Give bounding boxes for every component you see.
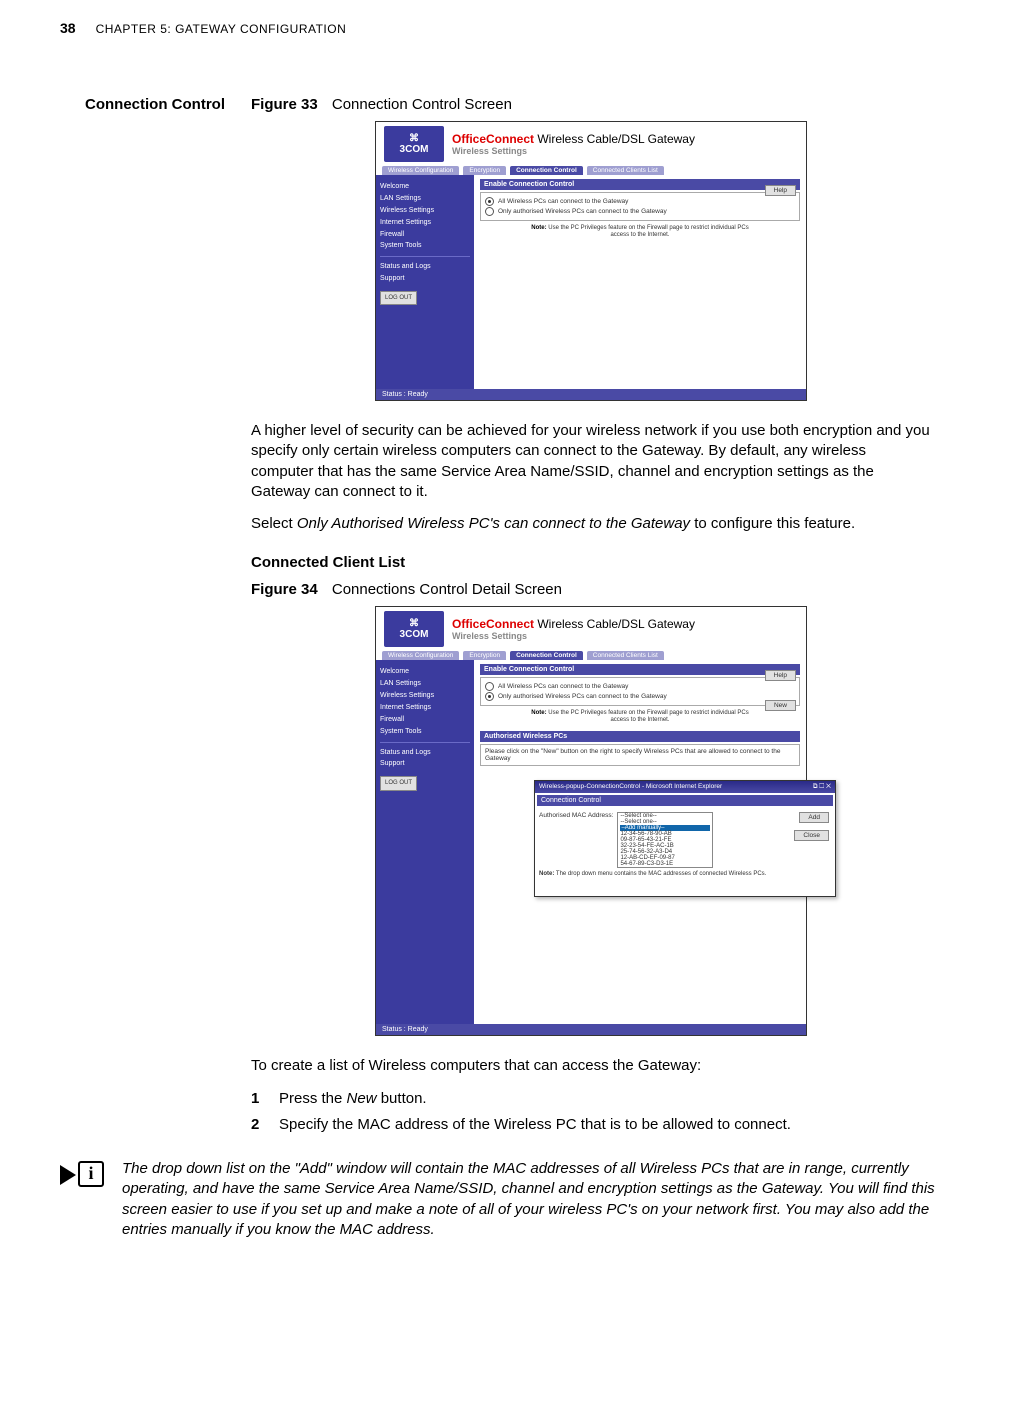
help-button[interactable]: Help bbox=[765, 670, 796, 681]
auth-pc-header: Authorised Wireless PCs bbox=[480, 731, 800, 742]
radio-auth-only[interactable] bbox=[485, 207, 494, 216]
popup-note: Note: The drop down menu contains the MA… bbox=[539, 871, 831, 877]
enable-cc-header: Enable Connection Control bbox=[480, 179, 800, 190]
sidebar-item-wireless[interactable]: Wireless Settings bbox=[380, 690, 470, 702]
enable-cc-header: Enable Connection Control bbox=[480, 664, 800, 675]
ws-label: Wireless Settings bbox=[452, 146, 695, 156]
tab-encryption[interactable]: Encryption bbox=[463, 651, 506, 660]
sidebar-item-internet[interactable]: Internet Settings bbox=[380, 217, 470, 229]
radio-auth-only[interactable] bbox=[485, 692, 494, 701]
sidebar-item-status[interactable]: Status and Logs bbox=[380, 261, 470, 273]
mac-select[interactable]: --Select one-- --Select one-- –Add manua… bbox=[617, 812, 713, 868]
popup-header: Connection Control bbox=[537, 795, 833, 806]
connection-control-popup: Wireless-popup-ConnectionControl - Micro… bbox=[534, 780, 836, 897]
sidebar-item-system-tools[interactable]: System Tools bbox=[380, 726, 470, 738]
opt-auth-only: Only authorised Wireless PCs can connect… bbox=[498, 208, 667, 215]
figure-34-label: Figure 34 bbox=[251, 581, 318, 598]
sidebar-item-welcome[interactable]: Welcome bbox=[380, 666, 470, 678]
info-block: i The drop down list on the "Add" window… bbox=[60, 1159, 962, 1240]
running-head: 38 CHAPTER 5: GATEWAY CONFIGURATION bbox=[60, 20, 962, 36]
info-icon: i bbox=[60, 1159, 102, 1189]
brand-name: OfficeConnect bbox=[452, 132, 534, 146]
sidebar: Welcome LAN Settings Wireless Settings I… bbox=[376, 175, 474, 389]
figure-33-text: Connection Control Screen bbox=[332, 96, 512, 113]
opt-auth-only: Only authorised Wireless PCs can connect… bbox=[498, 693, 667, 700]
sidebar-item-firewall[interactable]: Firewall bbox=[380, 229, 470, 241]
sidebar-item-lan[interactable]: LAN Settings bbox=[380, 678, 470, 690]
ws-label: Wireless Settings bbox=[452, 631, 695, 641]
tab-connection-control[interactable]: Connection Control bbox=[510, 166, 583, 175]
brand-suffix: Wireless Cable/DSL Gateway bbox=[534, 617, 695, 631]
tabs: Wireless Configuration Encryption Connec… bbox=[376, 651, 806, 660]
close-button[interactable]: Close bbox=[794, 830, 829, 841]
sidebar-item-system-tools[interactable]: System Tools bbox=[380, 240, 470, 252]
figure-34-caption: Figure 34 Connections Control Detail Scr… bbox=[251, 581, 931, 598]
brand-suffix: Wireless Cable/DSL Gateway bbox=[534, 132, 695, 146]
figure-33-label: Figure 33 bbox=[251, 96, 318, 113]
tab-encryption[interactable]: Encryption bbox=[463, 166, 506, 175]
sidebar: Welcome LAN Settings Wireless Settings I… bbox=[376, 660, 474, 1024]
intro-paragraph: A higher level of security can be achiev… bbox=[251, 421, 931, 502]
logout-button[interactable]: LOG OUT bbox=[380, 776, 417, 790]
sidebar-item-status[interactable]: Status and Logs bbox=[380, 747, 470, 759]
figure-33-caption: Figure 33 Connection Control Screen bbox=[251, 96, 931, 113]
sidebar-item-internet[interactable]: Internet Settings bbox=[380, 702, 470, 714]
help-button[interactable]: Help bbox=[765, 185, 796, 196]
page-number: 38 bbox=[60, 20, 76, 36]
brand-name: OfficeConnect bbox=[452, 617, 534, 631]
tab-connection-control[interactable]: Connection Control bbox=[510, 651, 583, 660]
step-2: 2Specify the MAC address of the Wireless… bbox=[251, 1115, 931, 1135]
tab-connected-clients[interactable]: Connected Clients List bbox=[587, 651, 664, 660]
sidebar-item-support[interactable]: Support bbox=[380, 273, 470, 285]
tab-connected-clients[interactable]: Connected Clients List bbox=[587, 166, 664, 175]
section-title: Connection Control bbox=[60, 96, 225, 1145]
figure-34-text: Connections Control Detail Screen bbox=[332, 581, 562, 598]
step-1: 1Press the New button. bbox=[251, 1089, 931, 1109]
figure-33-image: ⌘ 3COM OfficeConnect Wireless Cable/DSL … bbox=[251, 121, 931, 401]
to-create-paragraph: To create a list of Wireless computers t… bbox=[251, 1056, 931, 1076]
info-text: The drop down list on the "Add" window w… bbox=[122, 1159, 962, 1240]
mac-label: Authorised MAC Address: bbox=[539, 812, 613, 819]
add-button[interactable]: Add bbox=[799, 812, 829, 823]
sidebar-item-lan[interactable]: LAN Settings bbox=[380, 193, 470, 205]
note-text: Note: Use the PC Privileges feature on t… bbox=[530, 710, 750, 724]
figure-34-image: ⌘ 3COM OfficeConnect Wireless Cable/DSL … bbox=[251, 606, 931, 1036]
sidebar-item-welcome[interactable]: Welcome bbox=[380, 181, 470, 193]
opt-all-pcs: All Wireless PCs can connect to the Gate… bbox=[498, 683, 628, 690]
3com-logo: ⌘ 3COM bbox=[384, 126, 444, 162]
sidebar-item-support[interactable]: Support bbox=[380, 758, 470, 770]
logout-button[interactable]: LOG OUT bbox=[380, 291, 417, 305]
status-bar: Status : Ready bbox=[376, 389, 806, 400]
note-text: Note: Use the PC Privileges feature on t… bbox=[530, 225, 750, 239]
steps-list: 1Press the New button. 2Specify the MAC … bbox=[251, 1089, 931, 1136]
connected-client-list-heading: Connected Client List bbox=[251, 554, 931, 571]
popup-titlebar: Wireless-popup-ConnectionControl - Micro… bbox=[535, 781, 835, 793]
tabs: Wireless Configuration Encryption Connec… bbox=[376, 166, 806, 175]
tab-wireless-config[interactable]: Wireless Configuration bbox=[382, 651, 459, 660]
tab-wireless-config[interactable]: Wireless Configuration bbox=[382, 166, 459, 175]
auth-pc-text: Please click on the "New" button on the … bbox=[480, 744, 800, 766]
opt-all-pcs: All Wireless PCs can connect to the Gate… bbox=[498, 198, 628, 205]
radio-all-pcs[interactable] bbox=[485, 197, 494, 206]
sidebar-item-firewall[interactable]: Firewall bbox=[380, 714, 470, 726]
3com-logo: ⌘ 3COM bbox=[384, 611, 444, 647]
status-bar: Status : Ready bbox=[376, 1024, 806, 1035]
new-button[interactable]: New bbox=[765, 700, 796, 711]
sidebar-item-wireless[interactable]: Wireless Settings bbox=[380, 205, 470, 217]
select-paragraph: Select Only Authorised Wireless PC's can… bbox=[251, 514, 931, 534]
radio-all-pcs[interactable] bbox=[485, 682, 494, 691]
chapter-label: CHAPTER 5: GATEWAY CONFIGURATION bbox=[96, 22, 347, 36]
